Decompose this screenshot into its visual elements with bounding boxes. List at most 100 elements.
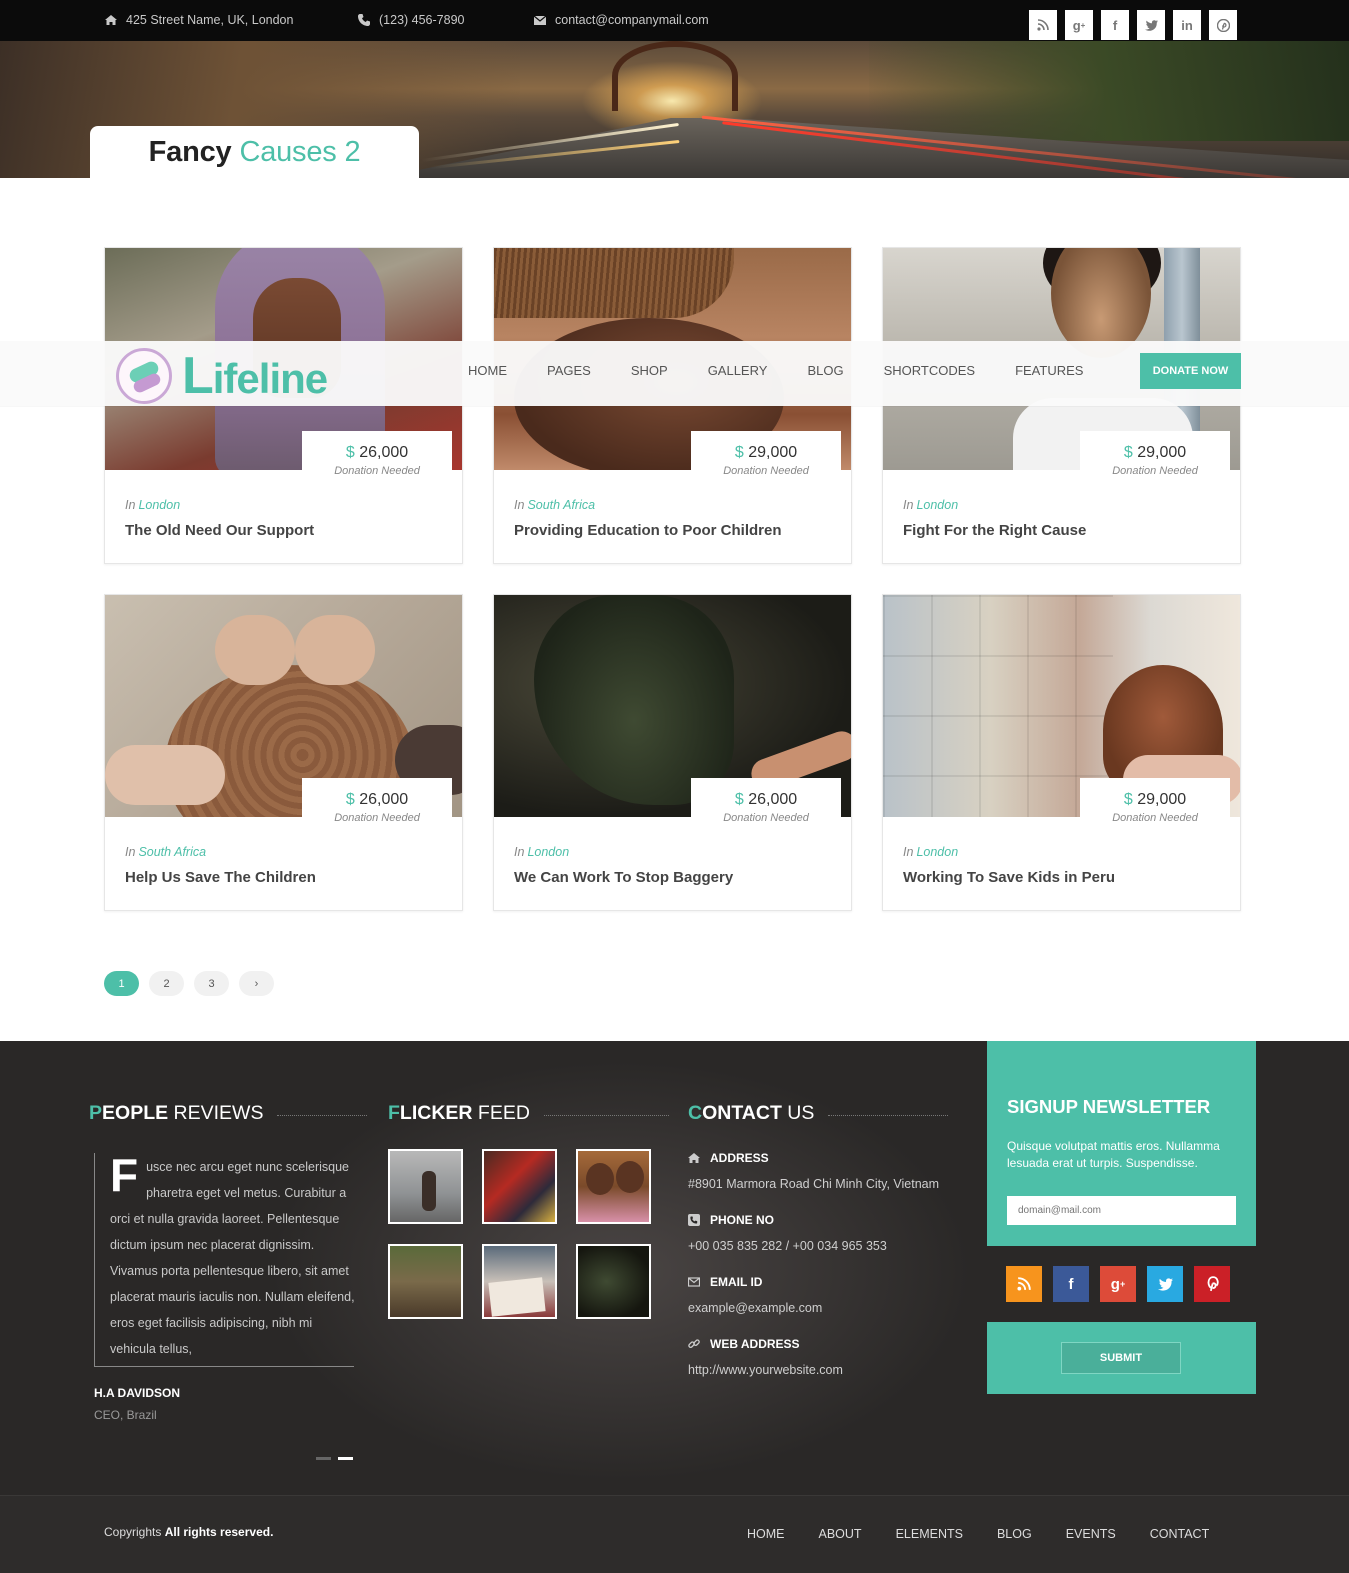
address-text: 425 Street Name, UK, London	[126, 13, 294, 27]
location-link[interactable]: London	[527, 845, 569, 859]
submit-button[interactable]: SUBMIT	[1061, 1342, 1181, 1374]
nav-item-features[interactable]: FEATURES	[1015, 363, 1083, 378]
footer-link-events[interactable]: EVENTS	[1066, 1527, 1116, 1541]
reviews-heading: PEOPLE REVIEWS	[89, 1102, 368, 1125]
google-plus-icon[interactable]: g +	[1100, 1266, 1136, 1302]
reviewer-name: H.A DAVIDSON	[94, 1386, 181, 1400]
review-slider-dots	[316, 1457, 353, 1460]
cause-title-link[interactable]: The Old Need Our Support	[125, 522, 314, 539]
flickr-thumbnail[interactable]	[482, 1149, 557, 1224]
contact-heading: CONTACT US	[688, 1102, 949, 1125]
envelope-icon	[533, 13, 547, 27]
flickr-heading: FLICKER FEED	[388, 1102, 669, 1125]
facebook-icon[interactable]: f	[1053, 1266, 1089, 1302]
cause-title-link[interactable]: Fight For the Right Cause	[903, 522, 1086, 539]
donation-amount-box: $ 26,000 Donation Needed	[302, 431, 452, 487]
cause-title-link[interactable]: Working To Save Kids in Peru	[903, 869, 1115, 886]
contact-address: ADDRESS #8901 Marmora Road Chi Minh City…	[688, 1151, 940, 1191]
flickr-thumbnail[interactable]	[388, 1244, 463, 1319]
top-social-links: g + f in	[1029, 10, 1237, 40]
cause-card[interactable]: $ 29,000 Donation Needed In London Workin…	[882, 594, 1241, 911]
phone-info: (123) 456-7890	[357, 13, 464, 27]
email-link[interactable]: contact@companymail.com	[555, 13, 709, 27]
donation-amount-box: $ 26,000 Donation Needed	[302, 778, 452, 834]
nav-item-shop[interactable]: SHOP	[631, 363, 668, 378]
cause-title-link[interactable]: We Can Work To Stop Baggery	[514, 869, 733, 886]
location-link[interactable]: South Africa	[527, 498, 595, 512]
hands-logo-icon	[116, 348, 172, 404]
review-text: Fusce nec arcu eget nunc scelerisque pha…	[110, 1149, 355, 1356]
email-info: contact@companymail.com	[533, 13, 709, 27]
website-link[interactable]: http://www.yourwebsite.com	[688, 1363, 843, 1377]
logo-text: Lifeline	[182, 347, 328, 405]
pagination: 1 2 3 ›	[104, 971, 274, 996]
cause-location: In London	[125, 498, 181, 512]
phone-icon	[357, 13, 371, 27]
rss-icon[interactable]	[1006, 1266, 1042, 1302]
google-plus-icon[interactable]: g +	[1065, 10, 1093, 40]
submit-area: SUBMIT	[987, 1322, 1256, 1394]
twitter-icon[interactable]	[1137, 10, 1165, 40]
page-1-button[interactable]: 1	[104, 971, 139, 996]
home-icon	[688, 1152, 700, 1164]
donation-amount-box: $ 29,000 Donation Needed	[691, 431, 841, 487]
twitter-icon[interactable]	[1147, 1266, 1183, 1302]
donate-now-button[interactable]: DONATE NOW	[1140, 353, 1241, 389]
footer-link-elements[interactable]: ELEMENTS	[896, 1527, 963, 1541]
slider-dot-active[interactable]	[338, 1457, 353, 1460]
donation-amount-box: $ 29,000 Donation Needed	[1080, 778, 1230, 834]
flickr-thumbnail[interactable]	[576, 1244, 651, 1319]
footer-link-contact[interactable]: CONTACT	[1150, 1527, 1210, 1541]
newsletter-email-input[interactable]	[1007, 1196, 1236, 1225]
footer-menu: HOME ABOUT ELEMENTS BLOG EVENTS CONTACT	[730, 1527, 1226, 1541]
flickr-thumbnail[interactable]	[388, 1149, 463, 1224]
contact-email-link[interactable]: example@example.com	[688, 1301, 822, 1315]
site-logo[interactable]: Lifeline	[116, 346, 328, 406]
footer-link-blog[interactable]: BLOG	[997, 1527, 1032, 1541]
cause-location: In South Africa	[514, 498, 596, 512]
location-link[interactable]: South Africa	[138, 845, 206, 859]
page-2-button[interactable]: 2	[149, 971, 184, 996]
copyright-bar: Copyrights All rights reserved. HOME ABO…	[0, 1495, 1349, 1573]
nav-menu: HOME PAGES SHOP GALLERY BLOG SHORTCODES …	[448, 363, 1103, 378]
contact-phone: PHONE NO +00 035 835 282 / +00 034 965 3…	[688, 1213, 887, 1253]
nav-item-blog[interactable]: BLOG	[807, 363, 843, 378]
footer-link-about[interactable]: ABOUT	[819, 1527, 862, 1541]
nav-item-home[interactable]: HOME	[468, 363, 507, 378]
newsletter-title: SIGNUP NEWSLETTER	[1007, 1096, 1211, 1117]
cause-card[interactable]: $ 26,000 Donation Needed In South Africa …	[104, 594, 463, 911]
address-info: 425 Street Name, UK, London	[104, 13, 293, 27]
reviewer-role: CEO, Brazil	[94, 1408, 157, 1422]
linkedin-icon[interactable]: in	[1173, 10, 1201, 40]
pinterest-icon[interactable]	[1194, 1266, 1230, 1302]
footer: PEOPLE REVIEWS Fusce nec arcu eget nunc …	[0, 1041, 1349, 1495]
contact-web: WEB ADDRESS http://www.yourwebsite.com	[688, 1337, 843, 1377]
nav-item-pages[interactable]: PAGES	[547, 363, 591, 378]
cause-card[interactable]: $ 26,000 Donation Needed In London We Can…	[493, 594, 852, 911]
link-icon	[688, 1338, 700, 1350]
home-icon	[104, 13, 118, 27]
newsletter-box: SIGNUP NEWSLETTER Quisque volutpat matti…	[987, 1041, 1256, 1246]
location-link[interactable]: London	[916, 845, 958, 859]
newsletter-description: Quisque volutpat mattis eros. Nullamma l…	[1007, 1139, 1220, 1170]
nav-item-shortcodes[interactable]: SHORTCODES	[884, 363, 976, 378]
phone-text: (123) 456-7890	[379, 13, 465, 27]
location-link[interactable]: London	[138, 498, 180, 512]
slider-dot[interactable]	[316, 1457, 331, 1460]
cause-title-link[interactable]: Help Us Save The Children	[125, 869, 316, 886]
location-link[interactable]: London	[916, 498, 958, 512]
nav-item-gallery[interactable]: GALLERY	[708, 363, 768, 378]
facebook-icon[interactable]: f	[1101, 10, 1129, 40]
next-page-button[interactable]: ›	[239, 971, 274, 996]
contact-email: EMAIL ID example@example.com	[687, 1275, 823, 1315]
page-3-button[interactable]: 3	[194, 971, 229, 996]
cause-title-link[interactable]: Providing Education to Poor Children	[514, 522, 782, 539]
footer-social-links: f g +	[1006, 1266, 1230, 1302]
envelope-icon	[687, 1276, 701, 1288]
pinterest-icon[interactable]	[1209, 10, 1237, 40]
cause-location: In London	[903, 845, 959, 859]
flickr-thumbnail[interactable]	[576, 1149, 651, 1224]
flickr-thumbnail[interactable]	[482, 1244, 557, 1319]
rss-icon[interactable]	[1029, 10, 1057, 40]
footer-link-home[interactable]: HOME	[747, 1527, 785, 1541]
